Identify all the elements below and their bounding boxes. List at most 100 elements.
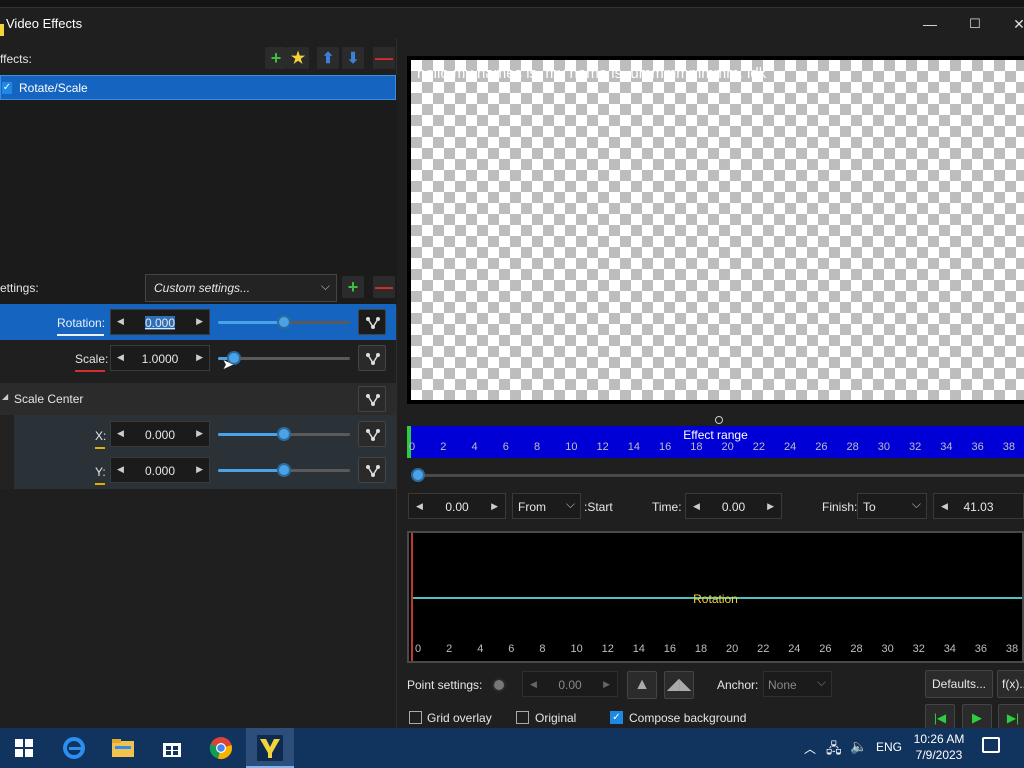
x-spinbox[interactable]: ◀ 0.000 ▶ bbox=[110, 421, 210, 447]
skip-forward-icon: ▶| bbox=[1006, 711, 1020, 725]
ruler-tick-label: 38 bbox=[1002, 441, 1015, 453]
notifications-icon[interactable] bbox=[982, 737, 1000, 753]
clock[interactable]: 10:26 AM 7/9/2023 bbox=[906, 731, 972, 763]
original-checkbox[interactable] bbox=[516, 711, 529, 724]
remove-effect-button[interactable]: — bbox=[373, 47, 395, 69]
chrome-icon[interactable] bbox=[205, 732, 237, 764]
remove-preset-button[interactable]: — bbox=[373, 276, 395, 298]
volume-icon[interactable]: 🔈 bbox=[850, 738, 867, 755]
move-up-button[interactable]: ⬆ bbox=[317, 47, 339, 69]
increment-icon[interactable]: ▶ bbox=[196, 464, 203, 475]
fx-button[interactable]: f(x)... bbox=[997, 670, 1024, 698]
time-spinbox[interactable]: ◀ 0.00 ▶ bbox=[685, 493, 782, 519]
from-dropdown[interactable]: From ⌵ bbox=[512, 493, 581, 519]
timeline-position-slider[interactable] bbox=[407, 466, 1024, 484]
go-to-end-button[interactable]: ▶| bbox=[998, 704, 1024, 728]
settings-preset-dropdown[interactable]: Custom settings... ⌵ bbox=[145, 274, 337, 302]
play-button[interactable]: ▶ bbox=[962, 704, 992, 728]
add-preset-button[interactable]: + bbox=[342, 276, 364, 298]
anchor-dropdown[interactable]: None ⌵ bbox=[763, 671, 832, 697]
point-value-spinbox[interactable]: ◀ 0.00 ▶ bbox=[522, 671, 618, 697]
rotation-spinbox[interactable]: ◀ 0.000 ▶ bbox=[110, 309, 210, 335]
effect-item-rotate-scale[interactable]: ✓ Rotate/Scale bbox=[0, 75, 396, 100]
compose-background-checkbox[interactable]: ✓ bbox=[610, 711, 623, 724]
scale-row: Scale: ◀ 1.0000 ▶ ➤ bbox=[0, 340, 396, 376]
smooth-point-button[interactable]: ◢◣ bbox=[664, 671, 694, 699]
increment-icon[interactable]: ▶ bbox=[196, 352, 203, 363]
y-spinbox[interactable]: ◀ 0.000 ▶ bbox=[110, 457, 210, 483]
rotation-slider[interactable] bbox=[218, 312, 350, 332]
scale-value[interactable]: 1.0000 bbox=[111, 352, 209, 366]
time-label: Time: bbox=[652, 500, 682, 514]
effect-enabled-checkbox[interactable]: ✓ bbox=[2, 82, 12, 94]
compose-background-label: Compose background bbox=[629, 711, 747, 725]
y-slider[interactable] bbox=[218, 460, 350, 480]
slider-knob[interactable] bbox=[277, 463, 291, 477]
expand-toggle-icon[interactable]: ◢ bbox=[2, 392, 8, 401]
ruler-tick-label: 30 bbox=[877, 441, 890, 453]
rotation-value[interactable]: 0.000 bbox=[111, 316, 209, 330]
effect-range-bar[interactable]: Effect range 0 2 4 6 8 10 12 14 16 18 20 22 24 26 28 30… bbox=[407, 426, 1024, 458]
x-underline bbox=[95, 447, 105, 449]
go-to-start-button[interactable]: |◀ bbox=[925, 704, 955, 728]
timeline-knob[interactable] bbox=[411, 468, 425, 482]
grid-overlay-checkbox[interactable] bbox=[409, 711, 422, 724]
start-button[interactable] bbox=[8, 732, 40, 764]
scale-label: Scale: bbox=[75, 352, 109, 366]
rotation-keyframe-button[interactable] bbox=[358, 309, 386, 335]
show-hidden-icons-icon[interactable]: ︿ bbox=[804, 740, 816, 757]
edge-browser-icon[interactable] bbox=[58, 732, 90, 764]
anchor-label: Anchor: bbox=[717, 678, 759, 692]
maximize-button[interactable]: ☐ bbox=[960, 16, 990, 32]
x-slider[interactable] bbox=[218, 424, 350, 444]
effects-list: ✓ Rotate/Scale bbox=[0, 75, 397, 305]
keyframe-graph[interactable]: Rotation 0 2 4 6 8 10 12 14 16 18 20 22 24 26 28 30 32 34… bbox=[407, 531, 1024, 663]
ruler-tick-label: 32 bbox=[909, 441, 922, 453]
increment-icon[interactable]: ▶ bbox=[196, 316, 203, 327]
ruler-tick-label: 2 bbox=[440, 441, 447, 453]
arrow-down-icon: ⬇ bbox=[346, 50, 360, 67]
language-indicator[interactable]: ENG bbox=[876, 740, 902, 754]
video-editor-app-icon[interactable] bbox=[254, 732, 286, 764]
video-preview[interactable]: hello my names is. my name is. ummmmmmmm… bbox=[407, 56, 1024, 404]
slider-knob[interactable] bbox=[277, 427, 291, 441]
to-dropdown[interactable]: To ⌵ bbox=[857, 493, 927, 519]
increment-icon[interactable]: ▶ bbox=[196, 428, 203, 439]
peak-point-button[interactable]: ▲ bbox=[627, 671, 657, 699]
finish-value: 41.03 bbox=[963, 500, 994, 514]
ruler-tick-label: 34 bbox=[940, 441, 953, 453]
store-icon[interactable] bbox=[156, 732, 188, 764]
ruler-tick-label: 6 bbox=[508, 643, 515, 655]
close-button[interactable]: ✕ bbox=[1004, 16, 1024, 32]
add-effect-button[interactable]: + bbox=[265, 47, 287, 69]
y-underline bbox=[95, 483, 105, 485]
point-toggle[interactable] bbox=[492, 678, 506, 692]
chevron-down-icon: ⌵ bbox=[565, 497, 575, 511]
skip-back-icon: |◀ bbox=[933, 711, 947, 725]
triangle-icon: ▲ bbox=[634, 676, 650, 693]
ruler-tick-label: 22 bbox=[757, 643, 770, 655]
splitter-handle[interactable] bbox=[715, 416, 723, 424]
ruler-tick-label: 0 bbox=[409, 441, 416, 453]
scale-slider[interactable] bbox=[218, 348, 350, 368]
minimize-button[interactable]: — bbox=[915, 16, 945, 32]
network-icon[interactable]: 🖧 bbox=[826, 738, 842, 762]
finish-spinbox[interactable]: ◀ 41.03 bbox=[933, 493, 1024, 519]
scale-center-keyframe-button[interactable] bbox=[358, 386, 386, 412]
top-strip bbox=[0, 0, 1024, 8]
defaults-button[interactable]: Defaults... bbox=[925, 670, 993, 698]
x-keyframe-button[interactable] bbox=[358, 421, 386, 447]
scale-keyframe-button[interactable] bbox=[358, 345, 386, 371]
x-value[interactable]: 0.000 bbox=[111, 428, 209, 442]
scale-center-header[interactable]: ◢ Scale Center bbox=[0, 383, 396, 415]
slider-knob[interactable] bbox=[277, 315, 291, 329]
file-explorer-icon[interactable] bbox=[107, 732, 139, 764]
start-spinbox[interactable]: ◀ 0.00 ▶ bbox=[408, 493, 506, 519]
move-down-button[interactable]: ⬇ bbox=[342, 47, 364, 69]
favorite-effect-button[interactable]: ★ bbox=[287, 47, 309, 69]
timeline-track bbox=[413, 474, 1024, 477]
y-keyframe-button[interactable] bbox=[358, 457, 386, 483]
scale-spinbox[interactable]: ◀ 1.0000 ▶ bbox=[110, 345, 210, 371]
y-value[interactable]: 0.000 bbox=[111, 464, 209, 478]
ruler-tick-label: 20 bbox=[726, 643, 739, 655]
